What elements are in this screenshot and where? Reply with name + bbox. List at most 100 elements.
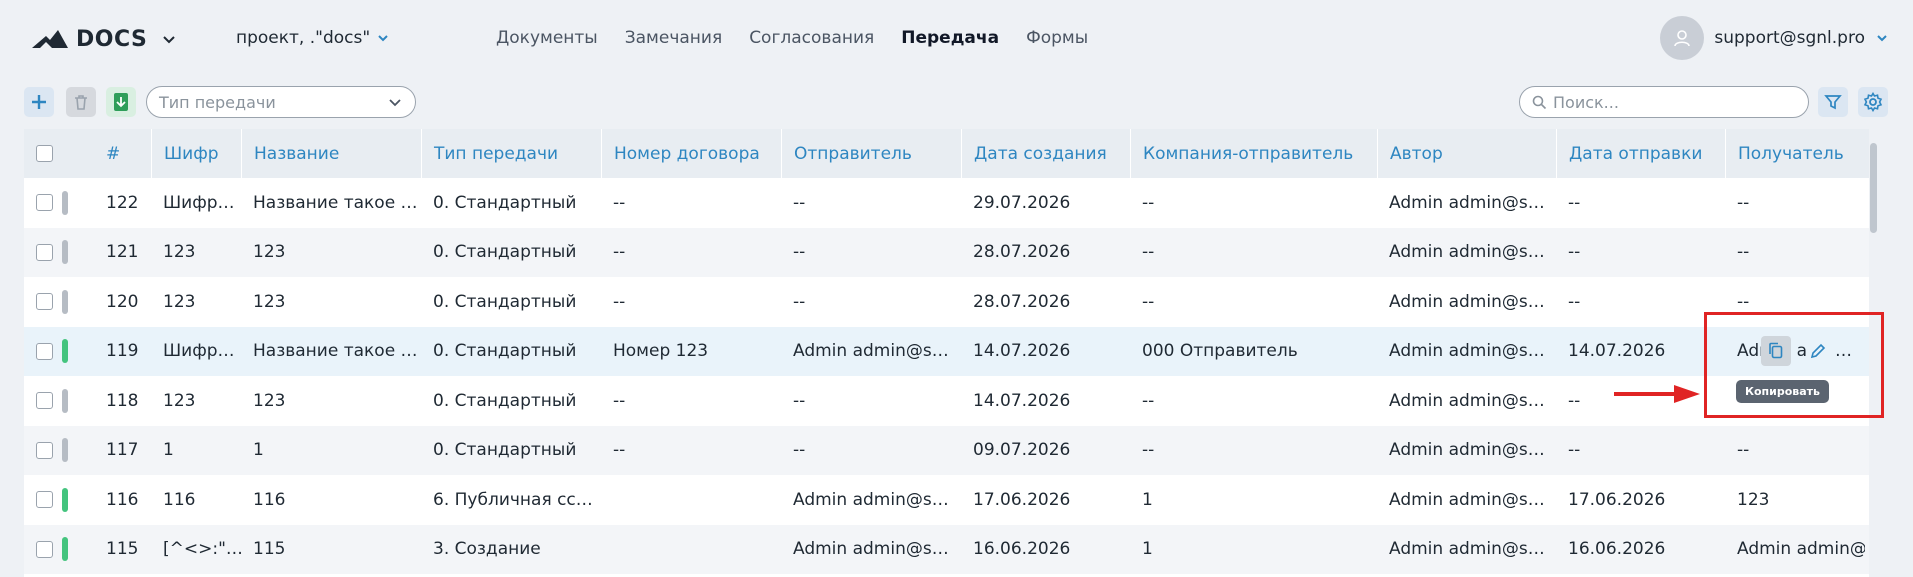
row-select-cell: [24, 525, 79, 575]
row-id: 122: [106, 192, 139, 213]
search-box[interactable]: [1519, 86, 1809, 118]
scrollbar-thumb[interactable]: [1870, 143, 1877, 233]
row-sender-company: 000 Отправитель: [1142, 341, 1298, 362]
row-contract-number: --: [613, 440, 626, 461]
transfer-type-select[interactable]: Тип передачи: [146, 86, 416, 118]
status-indicator: [62, 240, 68, 265]
column-header[interactable]: Отправитель: [781, 129, 912, 178]
filter-button[interactable]: [1818, 87, 1848, 117]
row-sent-date: --: [1568, 291, 1581, 312]
row-sender: --: [793, 192, 806, 213]
column-header[interactable]: Автор: [1377, 129, 1443, 178]
plus-icon: [32, 95, 46, 109]
column-header[interactable]: Дата создания: [961, 129, 1107, 178]
project-selector[interactable]: проект, ."docs": [236, 28, 390, 48]
column-header[interactable]: Тип передачи: [421, 129, 558, 178]
table-row[interactable]: 118 123 123 0. Стандартный -- -- 14.07.2026 -- A…: [24, 376, 1878, 426]
row-sender: --: [793, 440, 806, 461]
nav-forms[interactable]: Формы: [1026, 28, 1088, 48]
row-code: 1: [163, 440, 174, 461]
avatar[interactable]: [1660, 16, 1705, 60]
row-transfer-type: 6. Публичная сс…: [433, 489, 593, 510]
row-transfer-type: 0. Стандартный: [433, 242, 577, 263]
chevron-down-icon: [1877, 35, 1887, 42]
row-recipient: --: [1737, 192, 1750, 213]
table-row[interactable]: 116 116 116 6. Публичная сс… Admin admin@s… 1…: [24, 475, 1878, 525]
row-name: 123: [253, 291, 286, 312]
row-sent-date: --: [1568, 242, 1581, 263]
row-code: 123: [163, 291, 196, 312]
status-indicator: [62, 190, 68, 215]
column-header[interactable]: Получатель: [1725, 129, 1844, 178]
row-name: 115: [253, 539, 286, 560]
download-button[interactable]: [106, 87, 136, 117]
column-header[interactable]: Дата отправки: [1556, 129, 1702, 178]
row-created-date: 14.07.2026: [973, 390, 1071, 411]
row-sender-company: 1: [1142, 539, 1153, 560]
nav-documents[interactable]: Документы: [496, 28, 598, 48]
trash-icon: [75, 95, 87, 110]
row-author: Admin admin@s…: [1389, 291, 1545, 312]
app-header: DOCS проект, ."docs" Документы Замечания…: [0, 0, 1913, 78]
nav-approvals[interactable]: Согласования: [749, 28, 874, 48]
row-code: [^<>:"…: [163, 539, 241, 560]
add-button[interactable]: [24, 87, 54, 117]
row-select-cell: [24, 327, 79, 377]
row-name: 1: [253, 440, 264, 461]
row-checkbox[interactable]: [36, 243, 53, 261]
column-header[interactable]: Название: [241, 129, 339, 178]
row-checkbox[interactable]: [36, 540, 53, 558]
table-row[interactable]: 119 Шифр… Название такое … 0. Стандартный Но…: [24, 326, 1878, 377]
row-select-cell: [24, 376, 79, 426]
column-header[interactable]: Шифр: [151, 129, 219, 178]
row-code: Шифр…: [163, 341, 235, 362]
row-select-cell: [24, 277, 79, 327]
main-nav: Документы Замечания Согласования Передач…: [496, 28, 1088, 48]
row-contract-number: --: [613, 192, 626, 213]
row-sender: --: [793, 242, 806, 263]
settings-button[interactable]: [1858, 87, 1888, 117]
row-checkbox[interactable]: [36, 194, 53, 212]
table-row[interactable]: 122 Шифр… Название такое … 0. Стандартный --…: [24, 178, 1878, 228]
row-sent-date: 16.06.2026: [1568, 539, 1666, 560]
row-transfer-type: 0. Стандартный: [433, 390, 577, 411]
nav-remarks[interactable]: Замечания: [625, 28, 722, 48]
row-checkbox[interactable]: [36, 392, 53, 410]
search-icon: [1532, 95, 1547, 109]
toolbar: Тип передачи: [0, 84, 1913, 124]
row-checkbox[interactable]: [36, 441, 53, 459]
row-name: 116: [253, 489, 286, 510]
app-logo[interactable]: DOCS: [32, 22, 177, 56]
column-header[interactable]: Компания-отправитель: [1130, 129, 1353, 178]
row-author: Admin admin@s…: [1389, 539, 1545, 560]
arrow-right-icon: [1614, 385, 1700, 403]
row-contract-number: --: [613, 291, 626, 312]
row-recipient: Admin admin@s…: [1737, 539, 1865, 560]
table-row[interactable]: 115 [^<>:"… 115 3. Создание Admin admin@s… 16…: [24, 524, 1878, 575]
row-name: 123: [253, 390, 286, 411]
nav-transfer[interactable]: Передача: [901, 28, 999, 48]
select-all-checkbox[interactable]: [36, 145, 53, 162]
row-checkbox[interactable]: [36, 342, 53, 360]
row-created-date: 16.06.2026: [973, 539, 1071, 560]
table-row[interactable]: 120 123 123 0. Стандартный -- -- 28.07.2026 -- A…: [24, 277, 1878, 327]
row-code: Шифр…: [163, 192, 235, 213]
table-row[interactable]: 121 123 123 0. Стандартный -- -- 28.07.2026 -- A…: [24, 227, 1878, 277]
highlight-box: [1704, 312, 1884, 418]
row-checkbox[interactable]: [36, 293, 53, 311]
table-row[interactable]: 117 1 1 0. Стандартный -- -- 09.07.2026 -- Admin…: [24, 425, 1878, 476]
user-menu[interactable]: support@sgnl.pro: [1660, 16, 1889, 60]
row-sent-date: --: [1568, 192, 1581, 213]
row-select-cell: [24, 426, 79, 476]
row-recipient: --: [1737, 440, 1750, 461]
delete-button[interactable]: [66, 87, 96, 117]
row-sender-company: --: [1142, 291, 1155, 312]
row-id: 119: [106, 341, 139, 362]
search-input[interactable]: [1553, 92, 1793, 112]
row-sent-date: --: [1568, 440, 1581, 461]
chevron-down-icon[interactable]: [161, 31, 177, 47]
column-header[interactable]: Номер договора: [601, 129, 760, 178]
select-all-cell: [24, 129, 79, 178]
row-checkbox[interactable]: [36, 491, 53, 509]
column-header[interactable]: #: [94, 129, 120, 178]
